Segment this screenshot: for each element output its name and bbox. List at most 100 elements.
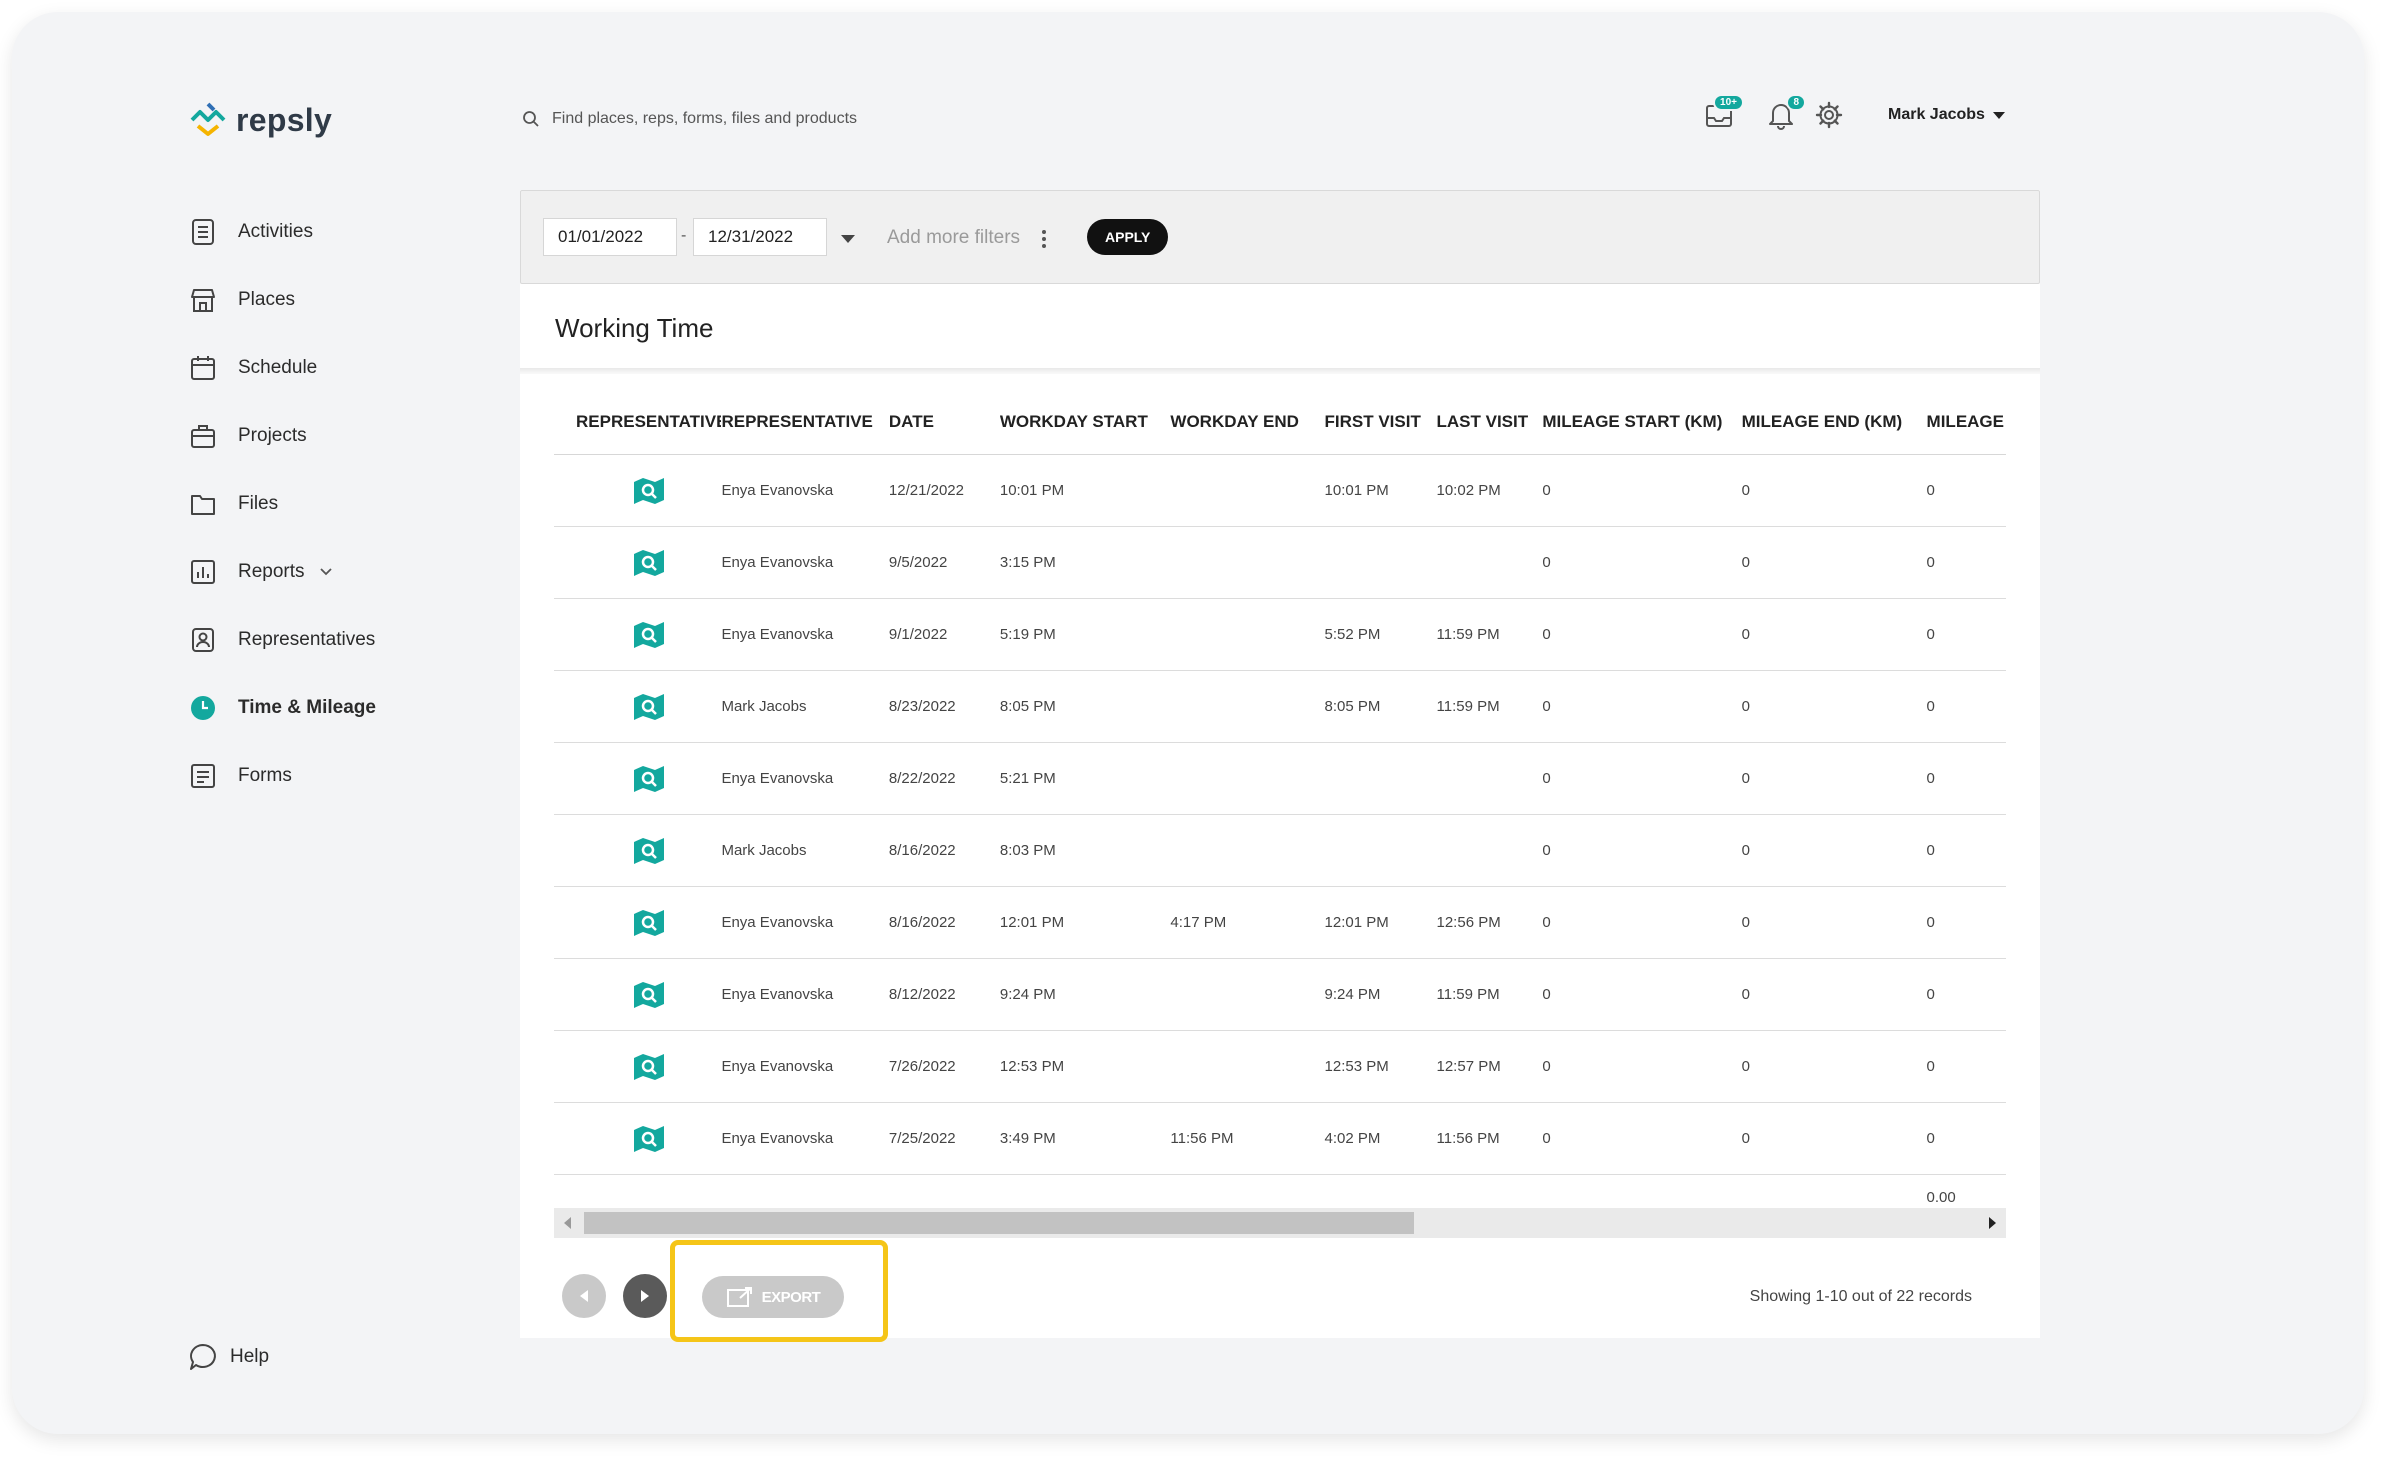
table-cell: 4:02 PM — [1324, 1102, 1437, 1175]
table-cell: 0 — [1926, 1030, 2006, 1103]
sidebar-item-schedule[interactable]: Schedule — [188, 334, 488, 402]
sidebar-item-label: Time & Mileage — [238, 697, 376, 718]
map-cell — [554, 1102, 722, 1175]
table-row[interactable]: Enya Evanovska 7/25/2022 3:49 PM 11:56 PM 4:… — [554, 1102, 2006, 1175]
table-cell: 3:49 PM — [999, 1102, 1171, 1175]
table-cell: 8:05 PM — [1324, 670, 1437, 743]
table-cell: 7/25/2022 — [888, 1102, 1000, 1175]
sidebar-item-places[interactable]: Places — [188, 266, 488, 334]
column-header[interactable]: FIRST VISIT — [1324, 390, 1437, 455]
sidebar-item-label: Forms — [238, 765, 292, 786]
kebab-menu-icon[interactable] — [1041, 229, 1047, 249]
map-search-icon[interactable] — [554, 836, 721, 866]
map-search-icon[interactable] — [554, 908, 721, 938]
table-cell: 0 — [1741, 886, 1927, 959]
table-cell: 11:59 PM — [1436, 670, 1543, 743]
table-cell: 7/26/2022 — [888, 1030, 1000, 1103]
table-cell: 5:52 PM — [1324, 598, 1437, 671]
horizontal-scrollbar[interactable] — [554, 1208, 2006, 1238]
previous-page-button[interactable] — [562, 1274, 606, 1318]
table-cell — [1436, 814, 1543, 887]
settings-button[interactable] — [1812, 98, 1846, 132]
map-search-icon[interactable] — [554, 764, 721, 794]
column-header[interactable]: MILEAGE END (KM) — [1741, 390, 1927, 455]
date-from-input[interactable] — [543, 218, 677, 256]
table-cell: Mark Jacobs — [721, 814, 889, 887]
table-header-row: REPRESENTATIVE REPRESENTATIVE DATE WORKD… — [554, 390, 2006, 455]
table-cell — [1170, 454, 1325, 527]
column-header[interactable]: WORKDAY START — [999, 390, 1171, 455]
map-search-icon[interactable] — [554, 980, 721, 1010]
table-cell — [1170, 526, 1325, 599]
help-link[interactable]: Help — [188, 1342, 269, 1372]
table-cell: 11:56 PM — [1436, 1102, 1543, 1175]
table-cell: 0 — [1741, 1030, 1927, 1103]
scroll-right-arrow-icon[interactable] — [1989, 1217, 1996, 1229]
table-cell: 0 — [1741, 1102, 1927, 1175]
sidebar-item-projects[interactable]: Projects — [188, 402, 488, 470]
sidebar-item-activities[interactable]: Activities — [188, 198, 488, 266]
table-cell: Enya Evanovska — [721, 1102, 889, 1175]
date-to-input[interactable] — [693, 218, 827, 256]
column-header[interactable]: REPRESENTATIVE — [721, 390, 889, 455]
table-row[interactable]: Enya Evanovska 9/5/2022 3:15 PM 0 0 0 — [554, 526, 2006, 599]
table-row[interactable]: Enya Evanovska 7/26/2022 12:53 PM 12:53 PM 1… — [554, 1030, 2006, 1103]
map-search-icon[interactable] — [554, 548, 721, 578]
folder-icon — [188, 489, 218, 519]
table-cell: 12/21/2022 — [888, 454, 1000, 527]
table-cell: 0 — [1542, 886, 1742, 959]
sidebar-item-forms[interactable]: Forms — [188, 742, 488, 810]
column-header[interactable]: MILEAGE START (KM) — [1542, 390, 1742, 455]
table-cell: 0 — [1542, 958, 1742, 1031]
table-cell: 0 — [1542, 454, 1742, 527]
map-cell — [554, 670, 722, 743]
date-range-dropdown-icon[interactable] — [841, 235, 855, 243]
sidebar-item-representatives[interactable]: Representatives — [188, 606, 488, 674]
search-placeholder[interactable]: Find places, reps, forms, files and prod… — [552, 110, 857, 128]
table-cell: 0 — [1741, 814, 1927, 887]
sidebar-item-files[interactable]: Files — [188, 470, 488, 538]
notifications-button[interactable]: 8 — [1764, 94, 1806, 132]
table-cell: 12:57 PM — [1436, 1030, 1543, 1103]
table-cell: Enya Evanovska — [721, 742, 889, 815]
table-row[interactable]: Enya Evanovska 8/12/2022 9:24 PM 9:24 PM 11:… — [554, 958, 2006, 1031]
next-page-button[interactable] — [623, 1274, 667, 1318]
add-more-filters[interactable]: Add more filters — [887, 227, 1020, 249]
user-menu[interactable]: Mark Jacobs — [1888, 106, 2005, 124]
repsly-logo[interactable]: repsly — [188, 100, 332, 140]
table-row[interactable]: Enya Evanovska 9/1/2022 5:19 PM 5:52 PM 11:5… — [554, 598, 2006, 671]
working-time-table: REPRESENTATIVE REPRESENTATIVE DATE WORKD… — [554, 390, 2006, 1219]
column-header[interactable]: DATE — [888, 390, 1000, 455]
store-icon — [188, 285, 218, 315]
sidebar-item-time-mileage[interactable]: Time & Mileage — [188, 674, 488, 742]
column-header[interactable]: MILEAGE TOTAL — [1926, 390, 2006, 455]
map-search-icon[interactable] — [554, 1124, 721, 1154]
inbox-badge: 10+ — [1713, 94, 1744, 111]
apply-button[interactable]: APPLY — [1087, 219, 1169, 255]
map-search-icon[interactable] — [554, 692, 721, 722]
map-search-icon[interactable] — [554, 1052, 721, 1082]
table-row[interactable]: Enya Evanovska 8/16/2022 12:01 PM 4:17 PM 12… — [554, 886, 2006, 959]
global-search[interactable]: Find places, reps, forms, files and prod… — [522, 110, 857, 128]
table-cell: 12:53 PM — [999, 1030, 1171, 1103]
map-search-icon[interactable] — [554, 620, 721, 650]
table-row[interactable]: Mark Jacobs 8/23/2022 8:05 PM 8:05 PM 11:59 … — [554, 670, 2006, 743]
table-cell: 0 — [1542, 742, 1742, 815]
map-search-icon[interactable] — [554, 476, 721, 506]
scroll-left-arrow-icon[interactable] — [564, 1217, 571, 1229]
column-header[interactable]: WORKDAY END — [1170, 390, 1325, 455]
inbox-button[interactable]: 10+ — [1702, 94, 1744, 132]
scrollbar-thumb[interactable] — [584, 1212, 1414, 1234]
table-cell: Enya Evanovska — [721, 526, 889, 599]
sidebar-item-reports[interactable]: Reports — [188, 538, 488, 606]
column-header[interactable]: REPRESENTATIVE — [554, 390, 722, 455]
calendar-icon — [188, 353, 218, 383]
sidebar-item-label: Projects — [238, 425, 307, 446]
table-cell: 0 — [1741, 454, 1927, 527]
table-row[interactable]: Mark Jacobs 8/16/2022 8:03 PM 0 0 0 — [554, 814, 2006, 887]
column-header[interactable]: LAST VISIT — [1436, 390, 1543, 455]
table-cell: 5:19 PM — [999, 598, 1171, 671]
table-row[interactable]: Enya Evanovska 8/22/2022 5:21 PM 0 0 0 — [554, 742, 2006, 815]
table-row[interactable]: Enya Evanovska 12/21/2022 10:01 PM 10:01 PM… — [554, 454, 2006, 527]
table-cell: 9/5/2022 — [888, 526, 1000, 599]
